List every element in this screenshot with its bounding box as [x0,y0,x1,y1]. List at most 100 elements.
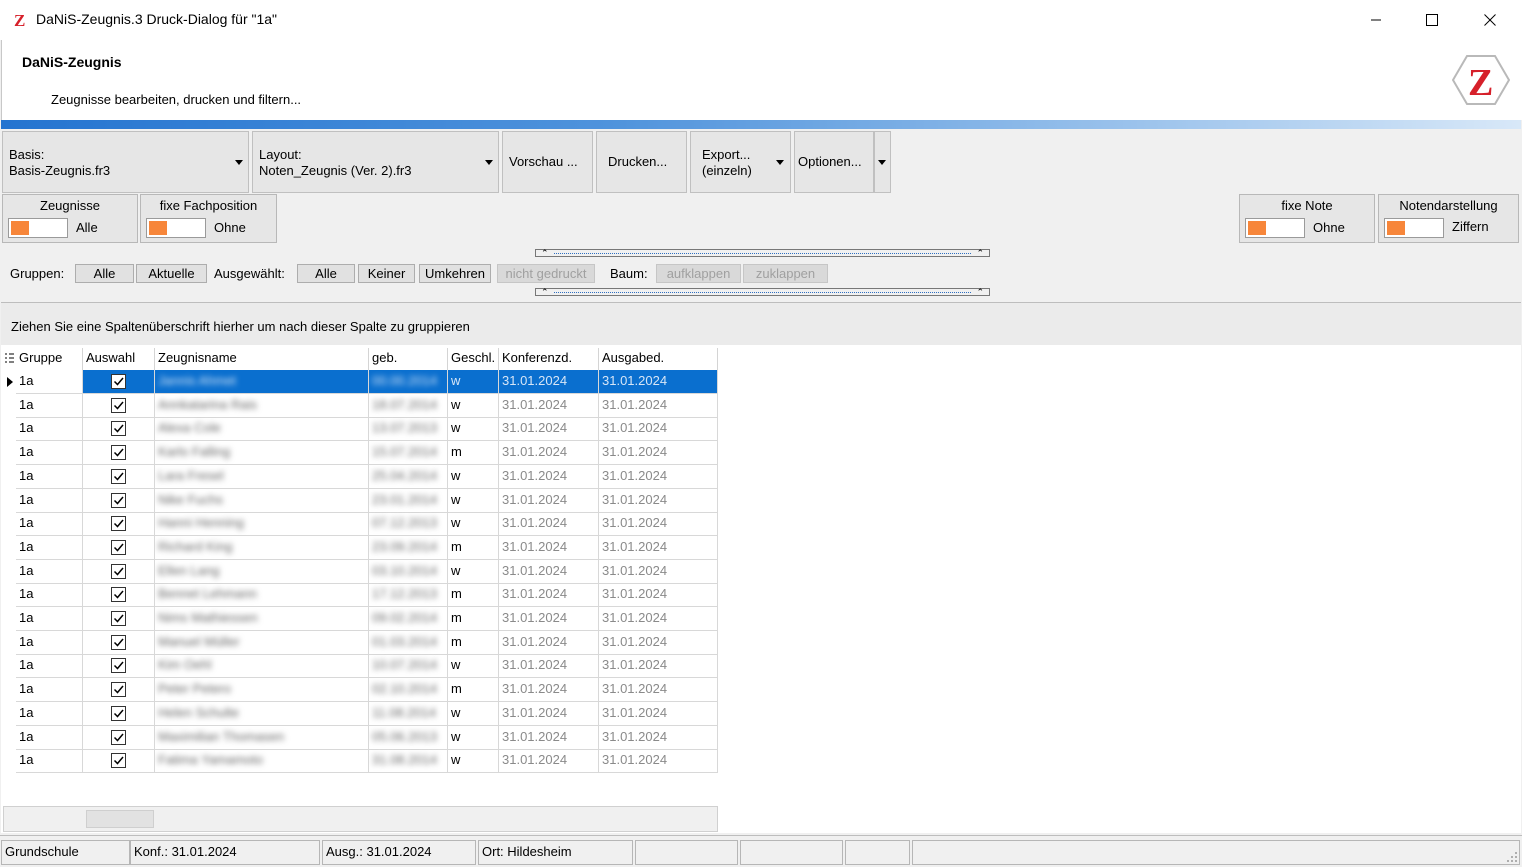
cell-zeugnisname[interactable]: Hanni Henning [155,512,369,537]
table-row[interactable]: 1a Jannis Ahmet 00.00.2014 w 31.01.2024 31.01… [16,370,718,394]
cell-konferenzd[interactable]: 31.01.2024 [499,630,599,655]
table-row[interactable]: 1a Alexa Cole 13.07.2013 w 31.01.2024 31.01.2… [16,417,718,442]
column-header-auswahl[interactable]: Auswahl [83,348,155,370]
cell-geschl[interactable]: m [448,630,499,655]
cell-geb[interactable]: 31.08.2014 [369,749,448,774]
cell-zeugnisname[interactable]: Manuel Müller [155,630,369,655]
fixe-note-toggle[interactable] [1245,218,1305,238]
cell-gruppe[interactable]: 1a [16,535,83,560]
cell-konferenzd[interactable]: 31.01.2024 [499,654,599,679]
cell-konferenzd[interactable]: 31.01.2024 [499,607,599,631]
cell-konferenzd[interactable]: 31.01.2024 [499,441,599,466]
cell-ausgabed[interactable]: 31.01.2024 [599,749,718,774]
select-none-button[interactable]: Keiner [358,264,415,283]
column-header-gruppe[interactable]: Gruppe [16,348,83,370]
cell-geb[interactable]: 09.02.2014 [369,607,448,631]
cell-konferenzd[interactable]: 31.01.2024 [499,417,599,442]
cell-geb[interactable]: 17.12.2013 [369,583,448,608]
cell-konferenzd[interactable]: 31.01.2024 [499,583,599,608]
selection-checkbox[interactable] [111,587,126,603]
cell-ausgabed[interactable]: 31.01.2024 [599,393,718,418]
cell-geschl[interactable]: w [448,370,499,394]
cell-ausgabed[interactable]: 31.01.2024 [599,701,718,726]
minimize-button[interactable] [1353,0,1399,40]
cell-gruppe[interactable]: 1a [16,678,83,703]
cell-zeugnisname[interactable]: Richard King [155,535,369,560]
collapse-tree-button[interactable]: zuklappen [743,264,828,283]
cell-gruppe[interactable]: 1a [16,393,83,418]
cell-zeugnisname[interactable]: Nims Mathiessen [155,607,369,631]
selection-checkbox[interactable] [111,753,126,769]
cell-zeugnisname[interactable]: Peter Petero [155,678,369,703]
cell-zeugnisname[interactable]: Bennet Lehmann [155,583,369,608]
cell-ausgabed[interactable]: 31.01.2024 [599,512,718,537]
cell-geschl[interactable]: m [448,678,499,703]
cell-zeugnisname[interactable]: Kim Oehl [155,654,369,679]
cell-zeugnisname[interactable]: Maximilian Thomasen [155,725,369,750]
cell-geb[interactable]: 23.01.2014 [369,488,448,513]
cell-gruppe[interactable]: 1a [16,417,83,442]
cell-ausgabed[interactable]: 31.01.2024 [599,654,718,679]
selection-checkbox[interactable] [111,634,126,650]
cell-geschl[interactable]: w [448,393,499,418]
selection-checkbox[interactable] [111,563,126,579]
cell-gruppe[interactable]: 1a [16,607,83,631]
print-button[interactable]: Drucken... [596,131,687,193]
cell-ausgabed[interactable]: 31.01.2024 [599,559,718,584]
selection-checkbox[interactable] [111,445,126,461]
cell-ausgabed[interactable]: 31.01.2024 [599,607,718,631]
cell-ausgabed[interactable]: 31.01.2024 [599,488,718,513]
selection-checkbox[interactable] [111,539,126,555]
cell-geschl[interactable]: m [448,441,499,466]
cell-geb[interactable]: 15.07.2014 [369,441,448,466]
cell-zeugnisname[interactable]: Karlo Falling [155,441,369,466]
notendarstellung-option[interactable]: Notendarstellung Ziffern [1378,194,1519,243]
cell-ausgabed[interactable]: 31.01.2024 [599,678,718,703]
table-row[interactable]: 1a Annkatarina Rais 18.07.2014 w 31.01.2024 3… [16,393,718,418]
horizontal-scrollbar[interactable] [3,806,718,832]
cell-ausgabed[interactable]: 31.01.2024 [599,441,718,466]
cell-zeugnisname[interactable]: Ellen Lang [155,559,369,584]
cell-konferenzd[interactable]: 31.01.2024 [499,701,599,726]
selection-checkbox[interactable] [111,516,126,532]
close-button[interactable] [1467,0,1513,40]
cell-konferenzd[interactable]: 31.01.2024 [499,464,599,489]
scrollbar-thumb[interactable] [86,810,154,828]
cell-zeugnisname[interactable]: Annkatarina Rais [155,393,369,418]
collapse-splitter-top[interactable]: ⌃ ⌃ [535,249,990,258]
select-all-button[interactable]: Alle [297,264,355,283]
cell-konferenzd[interactable]: 31.01.2024 [499,370,599,394]
table-row[interactable]: 1a Fatima Yamamoto 31.08.2014 w 31.01.2024 31… [16,749,718,774]
cell-zeugnisname[interactable]: Fatima Yamamoto [155,749,369,774]
cell-konferenzd[interactable]: 31.01.2024 [499,749,599,774]
cell-konferenzd[interactable]: 31.01.2024 [499,678,599,703]
cell-gruppe[interactable]: 1a [16,701,83,726]
table-row[interactable]: 1a Richard King 23.09.2014 m 31.01.2024 31.01… [16,535,718,560]
cell-geb[interactable]: 25.04.2014 [369,464,448,489]
column-header-geb[interactable]: geb. [369,348,448,370]
resize-grip-icon[interactable] [1506,851,1518,863]
cell-geb[interactable]: 23.09.2014 [369,535,448,560]
cell-geschl[interactable]: m [448,583,499,608]
cell-geb[interactable]: 05.06.2013 [369,725,448,750]
cell-geb[interactable]: 13.07.2013 [369,417,448,442]
cell-geb[interactable]: 01.03.2014 [369,630,448,655]
cell-zeugnisname[interactable]: Jannis Ahmet [155,370,369,394]
cell-geschl[interactable]: w [448,749,499,774]
column-header-konferenzd[interactable]: Konferenzd. [499,348,599,370]
cell-geschl[interactable]: w [448,488,499,513]
cell-gruppe[interactable]: 1a [16,583,83,608]
cell-geschl[interactable]: w [448,725,499,750]
cell-zeugnisname[interactable]: Nike Fuchs [155,488,369,513]
cell-konferenzd[interactable]: 31.01.2024 [499,559,599,584]
cell-ausgabed[interactable]: 31.01.2024 [599,370,718,394]
cell-geschl[interactable]: w [448,701,499,726]
cell-geschl[interactable]: m [448,607,499,631]
cell-gruppe[interactable]: 1a [16,464,83,489]
cell-geschl[interactable]: w [448,512,499,537]
notendarstellung-toggle[interactable] [1384,218,1444,238]
cell-geschl[interactable]: w [448,464,499,489]
expand-tree-button[interactable]: aufklappen [656,264,741,283]
table-row[interactable]: 1a Peter Petero 02.10.2014 m 31.01.2024 31.01… [16,678,718,703]
cell-geschl[interactable]: w [448,654,499,679]
